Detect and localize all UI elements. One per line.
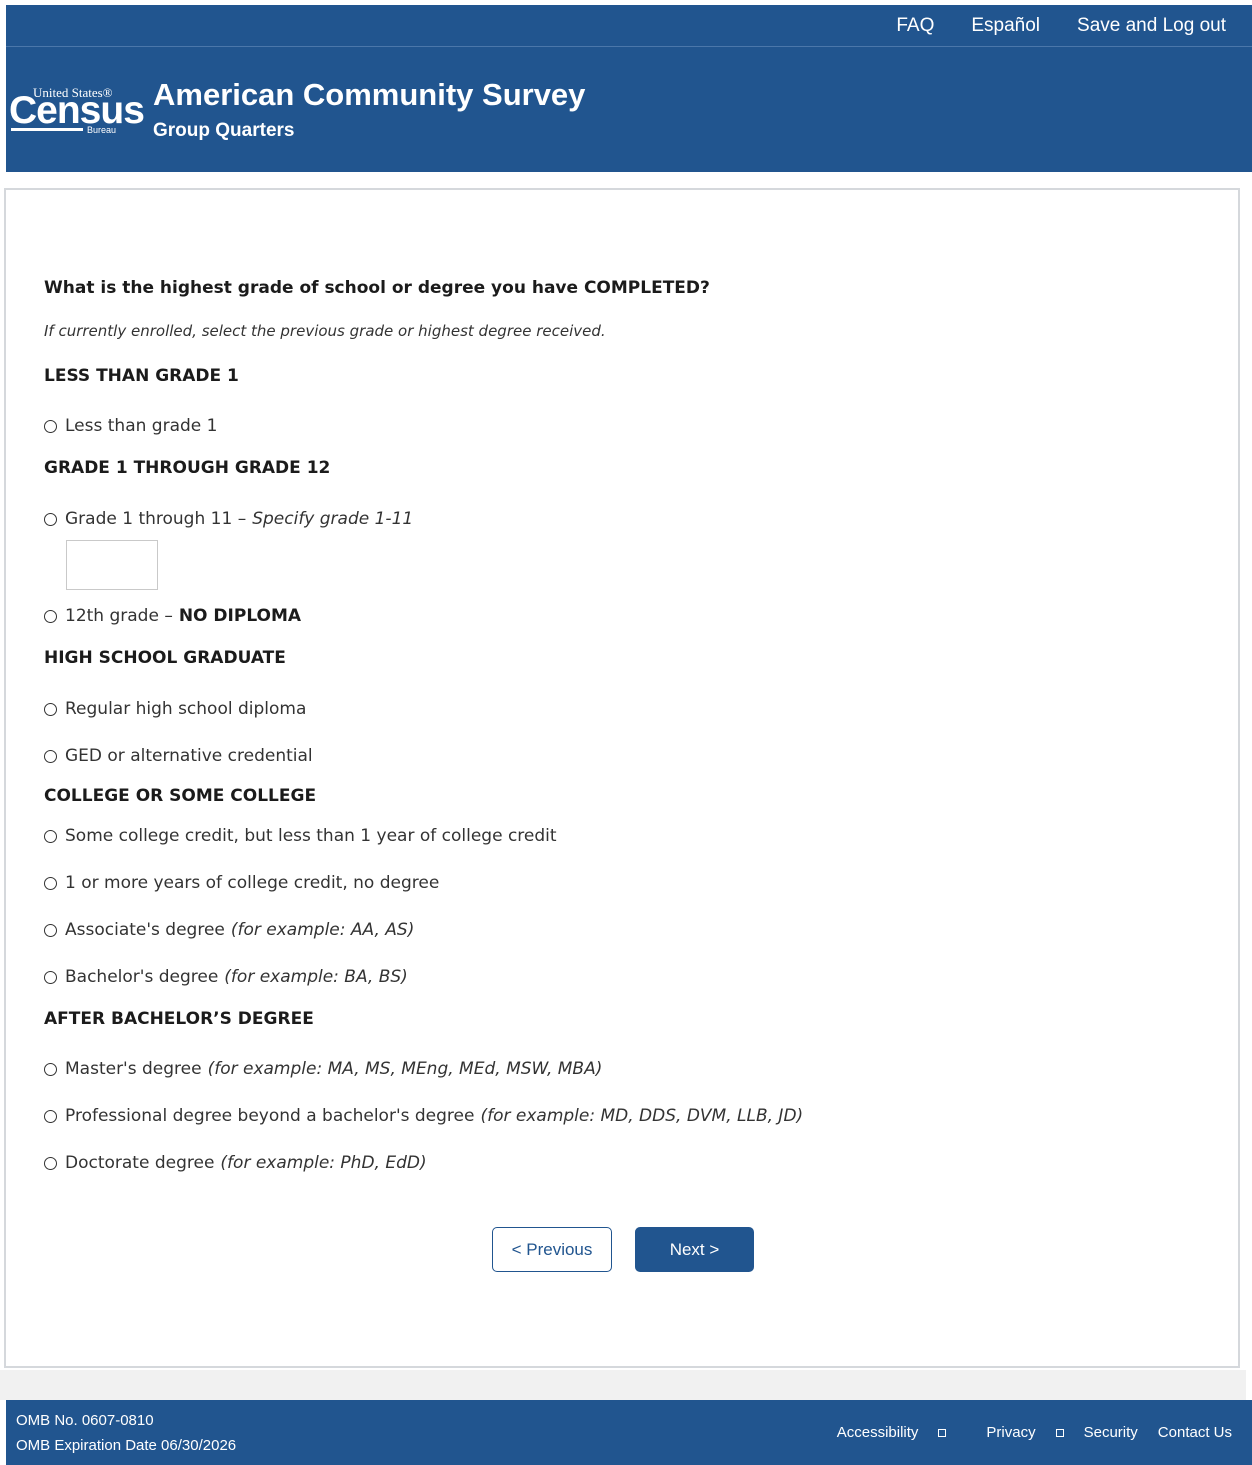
option-one-year-college[interactable]: 1 or more years of college credit, no de… bbox=[44, 873, 439, 893]
option-grade12-no-diploma[interactable]: 12th grade – NO DIPLOMA bbox=[44, 606, 301, 626]
radio-icon[interactable] bbox=[44, 702, 57, 716]
radio-icon[interactable] bbox=[44, 876, 57, 890]
survey-subtitle: Group Quarters bbox=[153, 120, 295, 141]
radio-icon[interactable] bbox=[44, 923, 57, 937]
brand-header: United States® Census Bureau American Co… bbox=[6, 47, 1252, 172]
privacy-link[interactable]: Privacy bbox=[966, 1424, 1064, 1441]
logo-underline bbox=[11, 128, 83, 131]
option-professional[interactable]: Professional degree beyond a bachelor's … bbox=[44, 1106, 803, 1126]
save-logout-link[interactable]: Save and Log out bbox=[1077, 15, 1226, 37]
logo-bureau: Bureau bbox=[87, 125, 117, 135]
radio-icon[interactable] bbox=[44, 970, 57, 984]
option-associate[interactable]: Associate's degree (for example: AA, AS) bbox=[44, 920, 414, 940]
option-grade1-11[interactable]: Grade 1 through 11 – Specify grade 1-11 bbox=[44, 509, 413, 529]
contact-link[interactable]: Contact Us bbox=[1158, 1424, 1232, 1441]
question-instruction: If currently enrolled, select the previo… bbox=[44, 322, 606, 340]
radio-icon[interactable] bbox=[44, 749, 57, 763]
external-link-icon bbox=[1055, 1428, 1064, 1437]
page: FAQ Español Save and Log out United Stat… bbox=[6, 5, 1252, 172]
section-less-than-grade1: LESS THAN GRADE 1 bbox=[44, 366, 239, 386]
section-grade1-12: GRADE 1 THROUGH GRADE 12 bbox=[44, 458, 331, 478]
question-card: What is the highest grade of school or d… bbox=[4, 188, 1240, 1368]
logo-census: Census bbox=[9, 89, 145, 132]
option-less-than-grade1[interactable]: Less than grade 1 bbox=[44, 416, 217, 436]
option-bachelor[interactable]: Bachelor's degree (for example: BA, BS) bbox=[44, 967, 408, 987]
section-after-bachelor: AFTER BACHELOR’S DEGREE bbox=[44, 1009, 314, 1029]
section-high-school: HIGH SCHOOL GRADUATE bbox=[44, 648, 286, 668]
section-college: COLLEGE OR SOME COLLEGE bbox=[44, 786, 317, 806]
survey-title: American Community Survey bbox=[153, 77, 586, 112]
census-logo: United States® Census Bureau bbox=[9, 83, 145, 135]
option-doctorate[interactable]: Doctorate degree (for example: PhD, EdD) bbox=[44, 1153, 427, 1173]
radio-icon[interactable] bbox=[44, 609, 57, 623]
external-link-icon bbox=[938, 1428, 947, 1437]
espanol-link[interactable]: Español bbox=[971, 15, 1040, 37]
option-hs-diploma[interactable]: Regular high school diploma bbox=[44, 699, 306, 719]
previous-button[interactable]: < Previous bbox=[492, 1227, 612, 1272]
grade-input[interactable] bbox=[66, 540, 158, 590]
radio-icon[interactable] bbox=[44, 512, 57, 526]
radio-icon[interactable] bbox=[44, 1109, 57, 1123]
question-text: What is the highest grade of school or d… bbox=[44, 278, 710, 298]
option-master[interactable]: Master's degree (for example: MA, MS, ME… bbox=[44, 1059, 602, 1079]
footer: OMB No. 0607-0810 OMB Expiration Date 06… bbox=[6, 1400, 1252, 1465]
radio-icon[interactable] bbox=[44, 829, 57, 843]
faq-link[interactable]: FAQ bbox=[896, 15, 934, 37]
security-link[interactable]: Security bbox=[1084, 1424, 1138, 1441]
accessibility-link[interactable]: Accessibility bbox=[817, 1424, 947, 1441]
radio-icon[interactable] bbox=[44, 1062, 57, 1076]
footer-spacer bbox=[0, 1370, 1246, 1400]
omb-number: OMB No. 0607-0810 bbox=[16, 1412, 154, 1429]
top-nav: FAQ Español Save and Log out bbox=[6, 5, 1252, 47]
option-ged[interactable]: GED or alternative credential bbox=[44, 746, 313, 766]
next-button[interactable]: Next > bbox=[635, 1227, 754, 1272]
option-some-college[interactable]: Some college credit, but less than 1 yea… bbox=[44, 826, 557, 846]
footer-links: Accessibility Privacy Security Contact U… bbox=[797, 1424, 1232, 1441]
omb-expiration: OMB Expiration Date 06/30/2026 bbox=[16, 1437, 237, 1454]
radio-icon[interactable] bbox=[44, 419, 57, 433]
radio-icon[interactable] bbox=[44, 1156, 57, 1170]
